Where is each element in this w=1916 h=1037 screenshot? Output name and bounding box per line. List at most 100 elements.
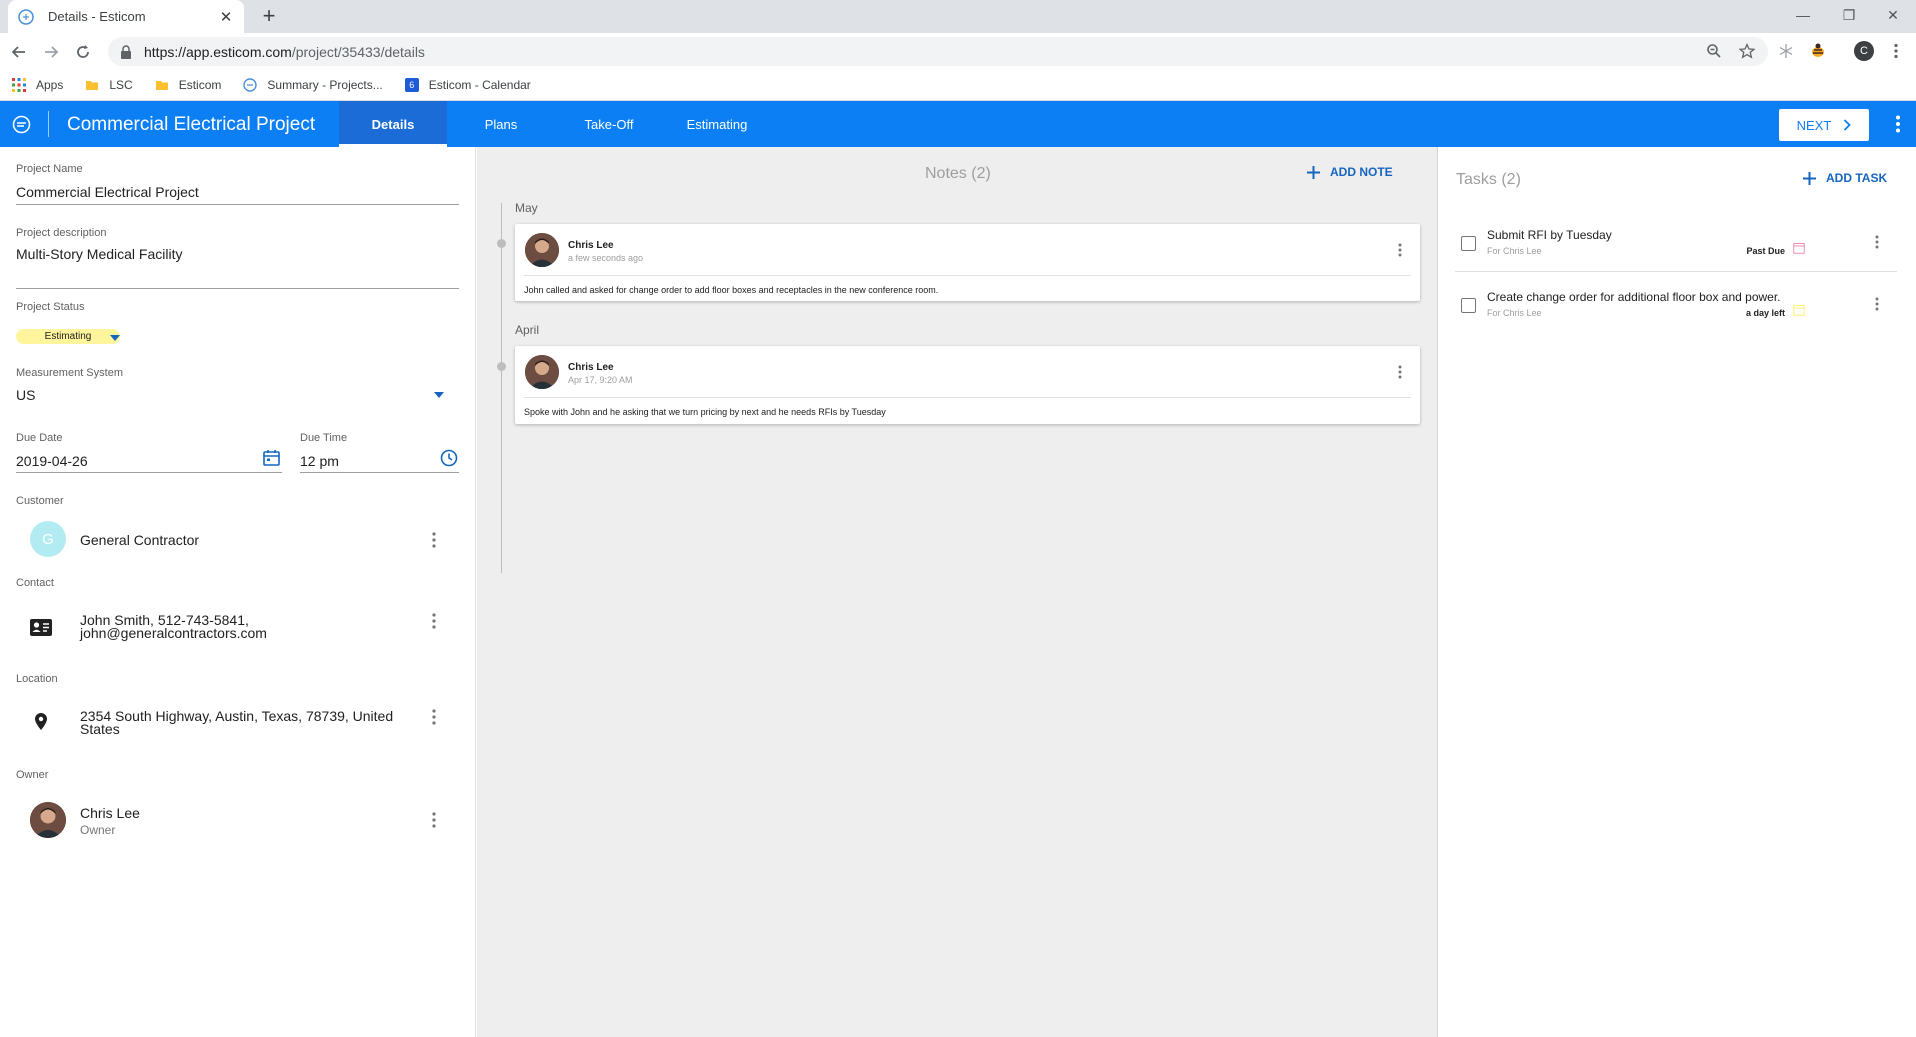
reload-icon[interactable] [72, 41, 94, 63]
plus-icon [1803, 171, 1816, 185]
address-bar-row: https://app.esticom.com/project/35433/de… [0, 33, 1916, 70]
notes-timeline [501, 203, 502, 573]
back-icon[interactable] [8, 41, 30, 63]
profile-avatar[interactable]: C [1854, 41, 1874, 61]
header-divider [48, 111, 49, 137]
tab-label: Take-Off [584, 116, 634, 132]
lock-icon [121, 44, 131, 59]
tasks-panel: Tasks (2) ADD TASK Submit RFI by Tuesday… [1439, 147, 1916, 1037]
owner-name[interactable]: Chris Lee [80, 805, 140, 821]
project-description-field[interactable]: Multi-Story Medical Facility [16, 246, 182, 262]
forward-icon[interactable] [40, 41, 62, 63]
window-close-icon[interactable]: ✕ [1870, 0, 1916, 30]
note-time: a few seconds ago [568, 253, 644, 263]
notes-title: Notes (2) [925, 165, 991, 182]
calendar-icon[interactable] [263, 449, 280, 466]
task-more-icon[interactable] [1875, 297, 1879, 311]
close-tab-icon[interactable]: ✕ [218, 9, 234, 26]
owner-label: Owner [16, 769, 49, 781]
measurement-system-label: Measurement System [16, 367, 123, 379]
project-name-field[interactable]: Commercial Electrical Project [16, 184, 199, 200]
apps-grid-icon [12, 78, 26, 92]
contact-email: john@generalcontractors.com [80, 625, 267, 641]
url-text: https://app.esticom.com/project/35433/de… [144, 44, 425, 60]
zoom-icon[interactable] [1704, 41, 1724, 61]
note-month-heading: April [515, 323, 540, 337]
bookmark-esticom-calendar[interactable]: 6 Esticom - Calendar [404, 78, 531, 92]
folder-icon [155, 81, 168, 90]
app-header: Commercial Electrical Project Details Pl… [0, 101, 1916, 147]
bookmark-lsc[interactable]: LSC [85, 78, 133, 92]
note-divider [524, 397, 1411, 398]
task-more-icon[interactable] [1875, 235, 1879, 249]
owner-role: Owner [80, 823, 116, 837]
task-checkbox[interactable] [1461, 298, 1476, 313]
bookmark-label: LSC [109, 78, 133, 92]
esticom-logo-icon[interactable] [12, 115, 31, 134]
add-note-button[interactable]: ADD NOTE [1307, 165, 1393, 179]
task-calendar-icon[interactable] [1793, 242, 1805, 254]
bee-extension-icon[interactable] [1808, 41, 1828, 61]
tasks-title: Tasks (2) [1456, 171, 1521, 188]
location-more-icon[interactable] [431, 709, 437, 725]
calendar-icon: 6 [404, 78, 419, 92]
bookmark-label: Summary - Projects... [267, 78, 383, 92]
esticom-favicon [18, 8, 34, 25]
note-card[interactable]: Chris Lee Apr 17, 9:20 AM Spoke with Joh… [515, 346, 1420, 424]
note-divider [524, 275, 1411, 276]
task-assignee: For Chris Lee [1487, 308, 1542, 318]
task-due-status: a day left [1745, 308, 1785, 318]
tab-take-off[interactable]: Take-Off [555, 101, 663, 147]
location-pin-icon [35, 713, 47, 730]
location-address[interactable]: 2354 South Highway, Austin, Texas, 78739… [80, 709, 393, 736]
bookmark-apps[interactable]: Apps [12, 78, 63, 92]
owner-more-icon[interactable] [431, 812, 437, 828]
note-more-icon[interactable] [1398, 243, 1402, 257]
measurement-dropdown-icon[interactable] [434, 392, 444, 398]
tab-details[interactable]: Details [339, 101, 447, 147]
measurement-system-select[interactable]: US [16, 387, 35, 403]
bookmark-summary-projects[interactable]: Summary - Projects... [243, 78, 383, 92]
browser-menu-icon[interactable] [1886, 41, 1906, 61]
customer-name[interactable]: General Contractor [80, 532, 199, 548]
task-item[interactable]: Create change order for additional floor… [1455, 281, 1897, 334]
note-month-heading: May [515, 201, 538, 215]
new-tab-icon[interactable]: + [258, 5, 280, 28]
note-text: John called and asked for change order t… [524, 285, 939, 295]
url-bar[interactable]: https://app.esticom.com/project/35433/de… [108, 37, 1768, 66]
add-task-label: ADD TASK [1826, 171, 1888, 185]
header-more-icon[interactable] [1893, 114, 1903, 134]
status-dropdown-icon[interactable] [110, 335, 120, 341]
note-more-icon[interactable] [1398, 365, 1402, 379]
add-task-button[interactable]: ADD TASK [1803, 171, 1887, 185]
clock-icon[interactable] [440, 449, 458, 467]
task-due-status: Past Due [1746, 246, 1785, 256]
contact-card-icon [30, 619, 52, 636]
task-item[interactable]: Submit RFI by Tuesday For Chris Lee Past… [1455, 219, 1897, 272]
tab-estimating[interactable]: Estimating [663, 101, 771, 147]
folder-icon [86, 81, 99, 90]
tab-label: Details [371, 116, 415, 132]
timeline-dot [497, 362, 506, 371]
due-time-field[interactable]: 12 pm [300, 453, 339, 469]
restore-icon[interactable]: ❐ [1826, 0, 1872, 30]
snowflake-extension-icon[interactable] [1776, 41, 1796, 61]
contact-details[interactable]: John Smith, 512-743-5841, john@generalco… [80, 613, 267, 641]
contact-more-icon[interactable] [431, 613, 437, 629]
project-status-label: Project Status [16, 301, 85, 313]
task-calendar-icon[interactable] [1793, 304, 1805, 316]
note-card[interactable]: Chris Lee a few seconds ago John called … [515, 224, 1420, 301]
browser-tab[interactable]: Details - Esticom ✕ [8, 0, 244, 33]
due-date-field[interactable]: 2019-04-26 [16, 453, 88, 469]
bookmark-esticom[interactable]: Esticom [155, 78, 221, 92]
bookmark-star-icon[interactable] [1737, 41, 1757, 61]
tab-plans[interactable]: Plans [447, 101, 555, 147]
customer-more-icon[interactable] [431, 532, 437, 548]
status-badge[interactable]: Estimating [16, 329, 120, 344]
url-host: https://app.esticom.com [144, 43, 292, 60]
next-button[interactable]: NEXT [1779, 109, 1869, 141]
due-time-label: Due Time [300, 432, 348, 444]
task-title: Create change order for additional floor… [1487, 290, 1781, 304]
task-checkbox[interactable] [1461, 236, 1476, 251]
minimize-icon[interactable]: — [1780, 0, 1826, 30]
